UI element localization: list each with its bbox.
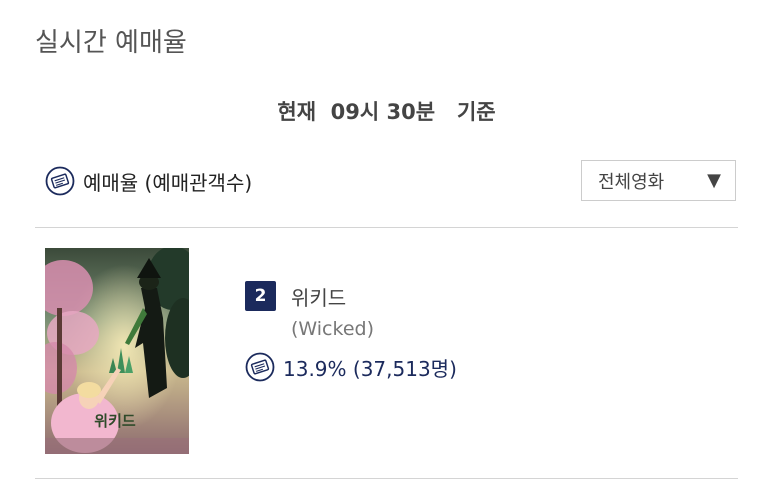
movie-title[interactable]: 위키드 (291, 282, 346, 311)
rate-header-label: 예매율 (예매관객수) (83, 170, 253, 195)
booking-rate-row: 13.9% (37,513명) (245, 352, 457, 382)
booking-rate-value: 13.9% (37,513명) (283, 356, 457, 381)
divider-top (35, 227, 738, 228)
basis-time: 현재 09시 30분 기준 (277, 100, 496, 124)
filter-selected-value: 전체영화 (598, 171, 665, 193)
divider-bottom (35, 478, 738, 479)
page-title: 실시간 예매율 (35, 28, 187, 58)
rate-header: 예매율 (예매관객수) (45, 166, 252, 196)
rank-row: 2 위키드 (245, 280, 457, 312)
movie-poster[interactable]: 위키드 (45, 248, 189, 454)
dropdown-arrow-icon: ▼ (707, 170, 721, 191)
ticket-icon (245, 352, 275, 382)
movie-english-title: (Wicked) (291, 318, 374, 340)
movie-item: 2 위키드 (Wicked) 13.9% (37,513명) (245, 280, 457, 382)
poster-title-text: 위키드 (94, 412, 136, 430)
rank-badge: 2 (245, 281, 276, 311)
movie-filter-select[interactable]: 전체영화 ▼ (581, 160, 736, 201)
ticket-icon (45, 166, 75, 196)
